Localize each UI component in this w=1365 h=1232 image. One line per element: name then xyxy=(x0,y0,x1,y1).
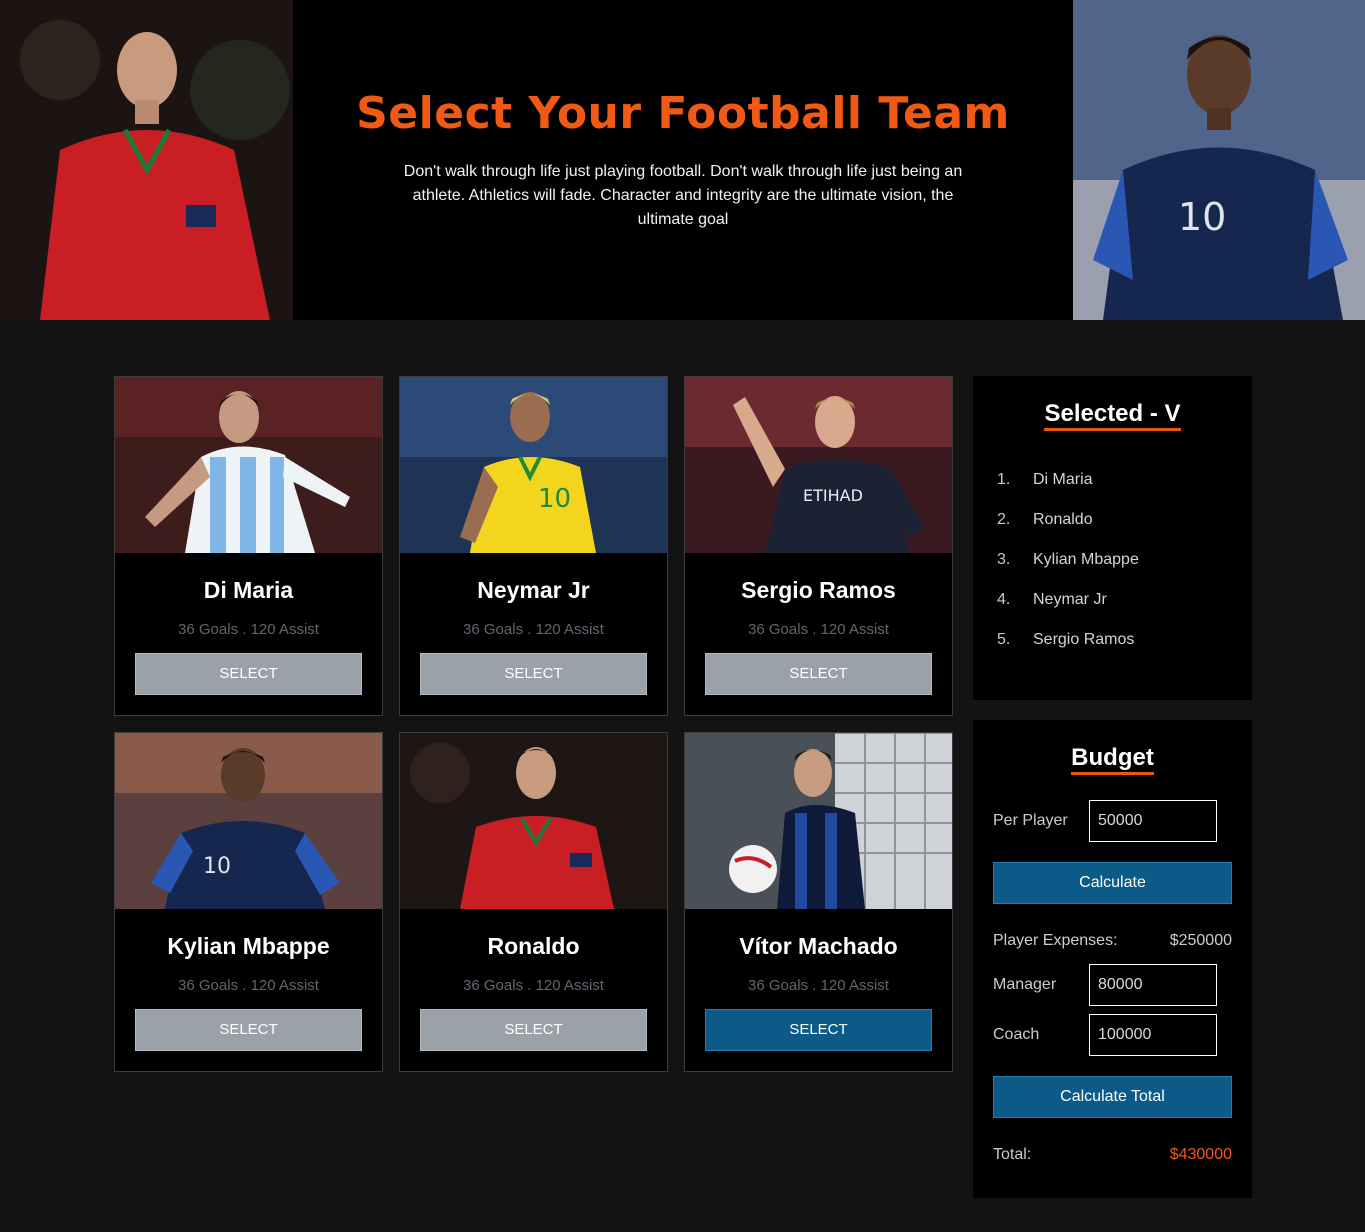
hero-player-photo-left xyxy=(0,0,293,320)
manager-label: Manager xyxy=(993,976,1057,993)
selected-player-name: Kylian Mbappe xyxy=(1033,551,1139,568)
player-photo: 10 xyxy=(115,733,382,909)
player-stats: 36 Goals . 120 Assist xyxy=(748,977,889,994)
total-label: Total: xyxy=(993,1146,1032,1163)
svg-text:10: 10 xyxy=(203,854,231,879)
selected-list-item: 1. Di Maria xyxy=(997,471,1093,489)
selected-list-item: 2. Ronaldo xyxy=(997,511,1093,529)
selected-panel-title-text: Selected - V xyxy=(1044,400,1181,431)
list-number: 5. xyxy=(997,631,1011,648)
select-player-button[interactable]: SELECT xyxy=(705,1009,932,1051)
selected-player-name: Di Maria xyxy=(1033,471,1093,488)
svg-text:10: 10 xyxy=(538,484,571,514)
per-player-label: Per Player xyxy=(993,812,1068,829)
player-card: ETIHAD Sergio Ramos 36 Goals . 120 Assis… xyxy=(684,376,953,716)
calculate-total-button[interactable]: Calculate Total xyxy=(993,1076,1232,1118)
player-stats: 36 Goals . 120 Assist xyxy=(178,621,319,638)
player-card: 10 Kylian Mbappe 36 Goals . 120 Assist S… xyxy=(114,732,383,1072)
player-photo: 10 xyxy=(400,377,667,553)
hero-player-photo-right: 10 xyxy=(1073,0,1365,320)
player-photo: ETIHAD xyxy=(685,377,952,553)
player-photo xyxy=(400,733,667,909)
selected-list-item: 3. Kylian Mbappe xyxy=(997,551,1139,569)
select-player-button[interactable]: SELECT xyxy=(135,1009,362,1051)
player-card: 10 Neymar Jr 36 Goals . 120 Assist SELEC… xyxy=(399,376,668,716)
player-photo xyxy=(115,377,382,553)
list-number: 2. xyxy=(997,511,1011,528)
select-player-button[interactable]: SELECT xyxy=(420,1009,647,1051)
player-stats: 36 Goals . 120 Assist xyxy=(178,977,319,994)
select-player-button[interactable]: SELECT xyxy=(420,653,647,695)
per-player-input[interactable] xyxy=(1089,800,1217,842)
list-number: 3. xyxy=(997,551,1011,568)
player-name: Ronaldo xyxy=(487,933,580,959)
player-card: Vítor Machado 36 Goals . 120 Assist SELE… xyxy=(684,732,953,1072)
selected-list-item: 5. Sergio Ramos xyxy=(997,631,1134,649)
selected-panel-title: Selected - V xyxy=(973,400,1252,431)
coach-label: Coach xyxy=(993,1026,1040,1043)
select-player-button[interactable]: SELECT xyxy=(705,653,932,695)
svg-text:10: 10 xyxy=(1178,195,1226,239)
budget-panel-title: Budget xyxy=(973,744,1252,775)
player-photo xyxy=(685,733,952,909)
svg-text:ETIHAD: ETIHAD xyxy=(803,486,863,505)
player-expenses-value: $250000 xyxy=(1169,932,1232,949)
list-number: 1. xyxy=(997,471,1011,488)
calculate-button[interactable]: Calculate xyxy=(993,862,1232,904)
player-card: Di Maria 36 Goals . 120 Assist SELECT xyxy=(114,376,383,716)
total-value: $430000 xyxy=(1169,1146,1232,1163)
hero-banner: Select Your Football Team Don't walk thr… xyxy=(0,0,1365,320)
selected-players-panel: Selected - V 1. Di Maria 2. Ronaldo 3. Kyli… xyxy=(973,376,1252,700)
player-name: Di Maria xyxy=(203,577,294,603)
player-name: Vítor Machado xyxy=(739,933,898,959)
coach-input[interactable] xyxy=(1089,1014,1217,1056)
selected-player-name: Neymar Jr xyxy=(1033,591,1107,608)
page-title: Select Your Football Team xyxy=(356,88,1010,139)
player-expenses-label: Player Expenses: xyxy=(993,932,1118,949)
player-card: Ronaldo 36 Goals . 120 Assist SELECT xyxy=(399,732,668,1072)
select-player-button[interactable]: SELECT xyxy=(135,653,362,695)
selected-player-name: Ronaldo xyxy=(1033,511,1093,528)
selected-player-name: Sergio Ramos xyxy=(1033,631,1135,648)
budget-panel-title-text: Budget xyxy=(1071,744,1154,775)
selected-list-item: 4. Neymar Jr xyxy=(997,591,1107,609)
player-name: Kylian Mbappe xyxy=(167,933,330,959)
budget-panel: Budget Per Player Calculate Player Expen… xyxy=(973,720,1252,1198)
player-name: Sergio Ramos xyxy=(741,577,896,603)
page-subtitle: Don't walk through life just playing foo… xyxy=(403,163,963,228)
player-stats: 36 Goals . 120 Assist xyxy=(463,621,604,638)
player-stats: 36 Goals . 120 Assist xyxy=(463,977,604,994)
manager-input[interactable] xyxy=(1089,964,1217,1006)
player-name: Neymar Jr xyxy=(477,577,590,603)
player-stats: 36 Goals . 120 Assist xyxy=(748,621,889,638)
list-number: 4. xyxy=(997,591,1011,608)
